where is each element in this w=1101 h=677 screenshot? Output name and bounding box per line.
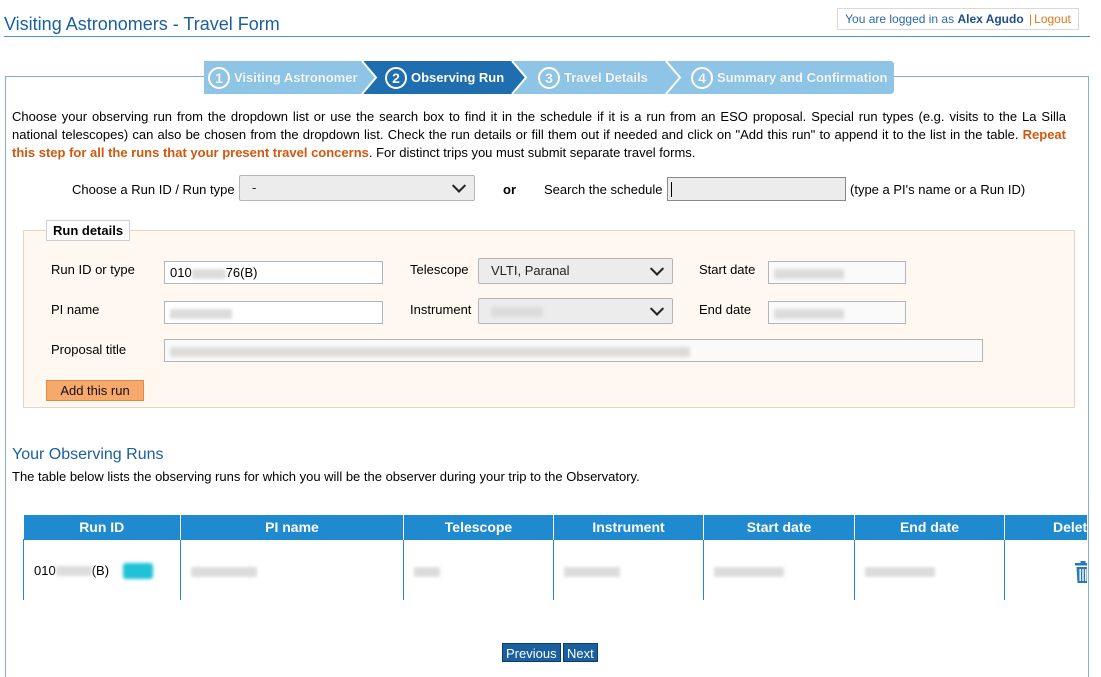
redacted-text xyxy=(170,308,232,319)
cell-run-id: 010 (B) xyxy=(23,539,181,600)
step-number: 2 xyxy=(385,66,407,89)
step-observing-run[interactable]: 2 Observing Run xyxy=(385,61,504,94)
logged-in-user: Alex Agudo xyxy=(957,12,1024,26)
login-status: You are logged in as Alex Agudo | Logout xyxy=(837,8,1079,30)
previous-button[interactable]: Previous xyxy=(502,643,561,662)
login-prefix: You are logged in as xyxy=(845,12,955,26)
table-header-row: Run ID PI name Telescope Instrument Star… xyxy=(23,515,1087,540)
redacted-text xyxy=(55,566,92,577)
cell-instrument xyxy=(553,539,704,600)
instrument-label: Instrument xyxy=(410,302,472,317)
step-label: Travel Details xyxy=(564,70,648,85)
search-schedule-input[interactable] xyxy=(667,177,846,201)
observing-runs-description: The table below lists the observing runs… xyxy=(12,469,640,484)
search-schedule-label: Search the schedule xyxy=(544,182,663,197)
observing-runs-table: Run ID PI name Telescope Instrument Star… xyxy=(23,515,1087,600)
redacted-text xyxy=(414,567,440,578)
logout-link[interactable]: Logout xyxy=(1034,12,1071,26)
redacted-text xyxy=(491,306,543,317)
run-type-selected: - xyxy=(252,180,257,195)
end-date-label: End date xyxy=(699,302,752,317)
step-label: Observing Run xyxy=(411,70,505,85)
chevron-down-icon xyxy=(649,301,665,316)
add-run-button[interactable]: Add this run xyxy=(46,380,144,401)
cell-start-date xyxy=(703,539,855,600)
run-id-suffix: (B) xyxy=(91,562,110,578)
step-visiting-astronomer[interactable]: 1 Visiting Astronomer xyxy=(208,61,358,94)
table-row: 010 (B) xyxy=(23,539,1087,600)
pi-name-input[interactable] xyxy=(164,301,383,324)
redacted-text xyxy=(714,567,784,578)
chevron-down-icon xyxy=(451,178,467,193)
cell-pi-name xyxy=(180,539,404,600)
search-hint: (type a PI's name or a Run ID) xyxy=(850,182,1026,197)
status-badge xyxy=(123,563,154,580)
proposal-title-label: Proposal title xyxy=(51,342,127,357)
run-id-suffix: 76(B) xyxy=(225,265,258,280)
column-header: End date xyxy=(854,515,1005,540)
run-id-label: Run ID or type xyxy=(51,262,135,277)
telescope-select[interactable]: VLTI, Paranal xyxy=(478,258,673,284)
column-header: Telescope xyxy=(403,515,554,540)
cell-delete xyxy=(1004,539,1087,600)
step-number: 1 xyxy=(208,66,230,89)
telescope-label: Telescope xyxy=(410,262,469,277)
cell-telescope xyxy=(403,539,554,600)
next-button[interactable]: Next xyxy=(563,643,598,662)
step-label: Visiting Astronomer xyxy=(234,70,358,85)
observing-runs-table-container: Run ID PI name Telescope Instrument Star… xyxy=(23,515,1087,600)
column-header: PI name xyxy=(180,515,404,540)
redacted-text xyxy=(774,268,844,279)
trash-icon[interactable] xyxy=(1075,560,1087,583)
step-number: 3 xyxy=(538,66,560,89)
start-date-label: Start date xyxy=(699,262,756,277)
end-date-input[interactable] xyxy=(768,301,906,324)
chevron-down-icon xyxy=(649,261,665,276)
proposal-title-input[interactable] xyxy=(164,339,983,362)
run-details-legend: Run details xyxy=(46,220,131,241)
instructions: Choose your observing run from the dropd… xyxy=(12,108,1066,162)
instructions-tail: . For distinct trips you must submit sep… xyxy=(368,145,696,160)
start-date-input[interactable] xyxy=(768,261,906,284)
step-wizard: 1 Visiting Astronomer 2 Observing Run 3 … xyxy=(204,61,894,94)
step-travel-details[interactable]: 3 Travel Details xyxy=(538,61,648,94)
step-summary-confirmation[interactable]: 4 Summary and Confirmation xyxy=(691,61,887,94)
column-header: Instrument xyxy=(553,515,704,540)
or-label: or xyxy=(503,182,516,197)
redacted-text xyxy=(774,308,844,319)
instrument-select[interactable] xyxy=(478,298,673,324)
title-divider xyxy=(4,36,1090,37)
run-id-input[interactable]: 010 76(B) xyxy=(164,261,383,284)
column-header: Delete xyxy=(1004,515,1087,540)
run-type-select[interactable]: - xyxy=(239,175,475,201)
redacted-text xyxy=(191,567,257,578)
run-id-prefix: 010 xyxy=(170,265,192,280)
cell-end-date xyxy=(854,539,1005,600)
column-header: Run ID xyxy=(23,515,181,540)
text-caret xyxy=(671,182,672,197)
step-label: Summary and Confirmation xyxy=(717,70,888,85)
column-header: Start date xyxy=(703,515,855,540)
redacted-text xyxy=(191,268,226,279)
run-id-prefix: 010 xyxy=(34,562,56,578)
page-title: Visiting Astronomers - Travel Form xyxy=(4,14,280,34)
step-number: 4 xyxy=(691,66,713,89)
telescope-selected: VLTI, Paranal xyxy=(491,263,570,278)
observing-runs-heading: Your Observing Runs xyxy=(12,446,164,463)
pi-name-label: PI name xyxy=(51,302,100,317)
instructions-text: Choose your observing run from the dropd… xyxy=(12,109,1066,142)
redacted-text xyxy=(170,346,690,357)
run-chooser-label: Choose a Run ID / Run type xyxy=(72,182,235,197)
redacted-text xyxy=(865,567,935,578)
redacted-text xyxy=(564,567,620,578)
